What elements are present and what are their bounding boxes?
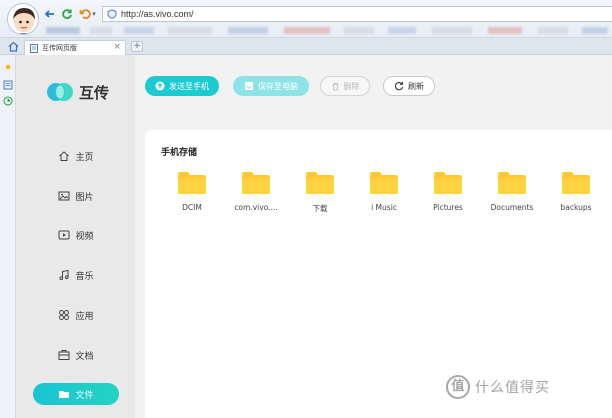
app-sidebar: 互传 主页 图片 视频 音乐 应用 文档 文件 [16, 55, 135, 418]
address-bar[interactable]: http://as.vivo.com/ [102, 6, 612, 22]
folder-item[interactable]: 下载 [285, 172, 349, 222]
nav-label: 应用 [75, 311, 94, 322]
folder-item[interactable]: com.vivo.... [221, 172, 285, 222]
bookmark-item[interactable] [582, 27, 608, 34]
nav-item-files[interactable]: 文件 [33, 383, 119, 405]
history-clock-icon[interactable] [3, 96, 13, 106]
nav-label: 主页 [75, 152, 94, 163]
refresh-button[interactable]: 刷新 [383, 76, 435, 96]
folder-icon [370, 172, 398, 194]
reload-icon[interactable] [60, 7, 74, 21]
nav-item-videos[interactable]: 视频 [33, 224, 119, 246]
trash-icon [332, 82, 338, 90]
upload-arrow-icon [155, 81, 165, 91]
nav-label: 文件 [75, 390, 94, 401]
tab-close-icon[interactable]: × [113, 42, 121, 52]
save-label: 保存至电脑 [258, 81, 298, 91]
folder-icon [562, 172, 590, 194]
logo-text: 互传 [79, 83, 110, 102]
folder-name: 下载 [312, 204, 328, 213]
bookmark-item[interactable] [46, 27, 80, 34]
bookmark-item[interactable] [344, 27, 374, 34]
folder-item[interactable]: Pictures [413, 172, 477, 222]
folder-name: com.vivo.... [234, 203, 278, 212]
watermark: 值 什么值得买 [446, 375, 550, 399]
music-icon [59, 269, 70, 280]
page-icon [30, 43, 38, 53]
folder-item[interactable]: Documents [477, 172, 541, 222]
nav-label: 图片 [75, 192, 94, 203]
nav-item-images[interactable]: 图片 [33, 185, 119, 207]
apps-icon [59, 310, 70, 320]
nav-item-music[interactable]: 音乐 [33, 264, 119, 286]
video-icon [58, 230, 70, 240]
watermark-logo: 值 [446, 375, 470, 399]
home-icon [59, 151, 70, 161]
nav-label: 文档 [75, 351, 94, 362]
bookmark-item[interactable] [284, 27, 330, 34]
folder-name: i Music [371, 203, 397, 212]
folder-icon [178, 172, 206, 194]
send-to-phone-button[interactable]: 发送至手机 [145, 76, 219, 96]
nav-item-apps[interactable]: 应用 [33, 304, 119, 326]
refresh-icon [394, 82, 404, 91]
folder-icon [434, 172, 462, 194]
browser-toolbar: ▾ http://as.vivo.com/ [0, 0, 612, 38]
save-to-pc-button[interactable]: 保存至电脑 [233, 76, 309, 96]
folder-name: Pictures [433, 203, 463, 212]
bookmark-item[interactable] [124, 27, 154, 34]
star-icon[interactable]: ★ [3, 63, 13, 73]
panel-title: 手机存储 [161, 148, 198, 158]
folder-name: DCIM [182, 203, 202, 212]
bookmark-item[interactable] [488, 27, 522, 34]
folder-item[interactable]: backups [541, 172, 605, 222]
folder-name: backups [560, 203, 592, 212]
refresh-label: 刷新 [408, 81, 424, 91]
app-logo: 互传 [46, 81, 109, 103]
tab-strip: 互传网页版 × + [0, 38, 612, 55]
bookmark-item[interactable] [538, 27, 568, 34]
tab-title: 互传网页版 [42, 44, 77, 52]
folder-item[interactable]: DCIM [157, 172, 221, 222]
address-url[interactable]: http://as.vivo.com/ [121, 9, 194, 19]
bookmark-item[interactable] [388, 27, 416, 34]
home-icon[interactable] [8, 41, 19, 52]
bookmark-item[interactable] [90, 27, 112, 34]
send-label: 发送至手机 [169, 81, 209, 91]
folder-icon [498, 172, 526, 194]
nav-item-home[interactable]: 主页 [33, 145, 119, 167]
bookmark-item[interactable] [228, 27, 268, 34]
folder-item[interactable]: i Music [349, 172, 413, 222]
bookmark-item[interactable] [168, 27, 212, 34]
user-avatar[interactable] [7, 3, 39, 35]
logo-mark-icon [47, 83, 73, 101]
nav-item-documents[interactable]: 文档 [33, 344, 119, 366]
document-icon [58, 350, 70, 360]
bookmark-item[interactable] [432, 27, 472, 34]
save-icon [245, 82, 253, 90]
dropdown-chevron-icon[interactable]: ▾ [90, 7, 98, 21]
folder-icon [242, 172, 270, 194]
watermark-text: 什么值得买 [475, 380, 550, 396]
delete-label: 删除 [343, 81, 360, 91]
delete-button[interactable]: 删除 [320, 76, 370, 96]
browser-side-strip: ★ [0, 55, 16, 418]
folder-name: Documents [490, 203, 534, 212]
new-tab-button[interactable]: + [131, 41, 143, 52]
folder-icon [59, 391, 70, 398]
folder-icon [306, 172, 334, 194]
main-content: 发送至手机 保存至电脑 删除 刷新 手机存储 DCIM com.vivo....… [135, 55, 612, 418]
back-arrow-icon[interactable] [43, 7, 57, 21]
image-icon [58, 191, 70, 201]
bookmarks-bar [42, 25, 612, 36]
list-icon[interactable] [3, 80, 13, 90]
nav-label: 视频 [75, 231, 94, 242]
nav-label: 音乐 [75, 271, 94, 282]
shield-icon [107, 9, 117, 19]
browser-tab[interactable]: 互传网页版 × [24, 40, 126, 55]
